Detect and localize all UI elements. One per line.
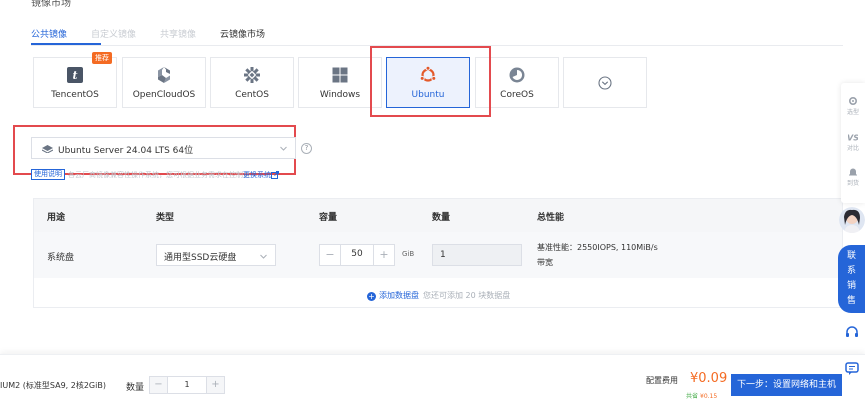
fee-label: 配置费用 (646, 376, 678, 385)
add-data-disk-link[interactable]: 添加数据盘 (379, 291, 419, 300)
disk-count-input[interactable]: 1 (432, 244, 522, 266)
quantity-input[interactable]: 1 (167, 377, 207, 393)
os-card-centos[interactable]: CentOS (210, 57, 294, 108)
os-card-tencentos[interactable]: 推荐 t TencentOS (33, 52, 117, 108)
decrease-button[interactable]: − (150, 377, 167, 393)
bell-icon (849, 168, 857, 176)
selected-version: Ubuntu Server 24.04 LTS 64位 (58, 146, 194, 156)
capacity-input[interactable]: 50 (340, 245, 374, 265)
os-card-windows[interactable]: Windows (298, 57, 382, 108)
disk-type-select[interactable]: 通用型SSD云硬盘 (156, 244, 276, 266)
add-data-disk: + 添加数据盘 您还可添加 20 块数据盘 (367, 290, 510, 301)
chat-icon[interactable] (845, 362, 859, 376)
section-title: 镜像市场 (31, 0, 71, 9)
os-label: Ubuntu (411, 90, 445, 100)
tip-text: 各云厂商镜像兼容性操作系统，您可根据业务需求在控制台 (68, 171, 250, 179)
svg-text:t: t (72, 69, 77, 82)
ubuntu-icon (419, 66, 437, 82)
usage-guide-tag[interactable]: 使用说明 (31, 169, 65, 180)
tab-shared-image[interactable]: 共享镜像 (160, 27, 196, 45)
capacity-unit: GiB (402, 250, 415, 258)
disk-type-value: 通用型SSD云硬盘 (164, 253, 237, 263)
col-performance: 总性能 (537, 213, 565, 223)
contact-sales-button[interactable]: 联 系 销 售 (838, 245, 865, 313)
gear-icon (848, 96, 858, 106)
side-item-compare[interactable]: VS 对比 (841, 132, 865, 153)
instance-spec: IUM2 (标准型SA9, 2核2GiB) (0, 381, 106, 390)
performance-text: 基准性能：2550IOPS, 110MiB/s 带宽 (537, 243, 658, 267)
system-disk-label: 系统盘 (47, 253, 75, 263)
col-usage: 用途 (47, 213, 66, 223)
headset-icon[interactable] (845, 326, 859, 340)
disk-table: 用途 类型 容量 数量 总性能 系统盘 通用型SSD云硬盘 − 50 + GiB… (33, 198, 843, 308)
bottom-bar: IUM2 (标准型SA9, 2核2GiB) 数量 − 1 + 配置费用 ¥0.0… (0, 354, 865, 402)
os-card-coreos[interactable]: CoreOS (475, 57, 559, 108)
decrease-button[interactable]: − (320, 245, 340, 265)
fee-amount: ¥0.09 (690, 371, 728, 386)
plus-circle-icon: + (367, 292, 376, 301)
chevron-down-circle-icon (598, 76, 612, 90)
capacity-stepper: − 50 + (319, 244, 395, 266)
svg-text:VS: VS (848, 134, 858, 143)
side-item-label: 选型 (846, 109, 859, 116)
side-item-label: 到货 (846, 180, 859, 187)
table-row: 系统盘 通用型SSD云硬盘 − 50 + GiB 1 基准性能：2550IOPS… (34, 232, 842, 278)
chevron-down-icon (280, 146, 287, 151)
next-step-button[interactable]: 下一步：设置网络和主机 (731, 374, 842, 396)
recommend-badge: 推荐 (92, 52, 112, 64)
vs-icon: VS (848, 134, 858, 143)
tab-image-market[interactable]: 云镜像市场 (220, 27, 265, 45)
os-card-opencloudos[interactable]: OpenCloudOS (122, 57, 206, 108)
tabs-divider (31, 45, 843, 46)
quantity-label: 数量 (126, 383, 145, 393)
savings: 共省 ¥0.15 (686, 393, 718, 400)
external-link-icon (271, 171, 279, 179)
image-version-select[interactable]: Ubuntu Server 24.04 LTS 64位 (31, 137, 296, 159)
os-label: OpenCloudOS (132, 90, 196, 100)
side-item-select[interactable]: 选型 (841, 96, 865, 116)
tencentos-icon: t (67, 67, 83, 83)
col-count: 数量 (432, 213, 451, 223)
side-item-label: 对比 (846, 145, 859, 152)
quantity-stepper: − 1 + (149, 376, 225, 394)
avatar[interactable] (839, 207, 865, 233)
image-stack-icon (42, 145, 53, 153)
increase-button[interactable]: + (207, 377, 224, 393)
os-label: CoreOS (500, 90, 534, 100)
change-os-link[interactable]: 更换系统 (243, 170, 271, 180)
side-toolbar: 选型 VS 对比 到货 (841, 83, 865, 203)
increase-button[interactable]: + (374, 245, 394, 265)
add-disk-hint: 您还可添加 20 块数据盘 (423, 291, 511, 300)
os-label: CentOS (235, 90, 269, 100)
centos-icon (244, 67, 260, 83)
windows-icon (332, 67, 348, 83)
table-header: 用途 类型 容量 数量 总性能 (34, 199, 842, 232)
os-card-ubuntu[interactable]: Ubuntu (386, 57, 470, 108)
opencloudos-icon (158, 67, 170, 83)
page: 镜像市场 公共镜像 自定义镜像 共享镜像 云镜像市场 推荐 t TencentO… (0, 0, 865, 402)
help-icon[interactable]: ? (301, 143, 312, 154)
side-item-notify[interactable]: 到货 (841, 167, 865, 187)
os-label: TencentOS (51, 90, 99, 100)
coreos-icon (509, 67, 525, 83)
col-capacity: 容量 (319, 213, 338, 223)
os-label: Windows (319, 90, 361, 100)
os-card-more[interactable] (563, 57, 647, 108)
chevron-down-icon (260, 254, 267, 259)
col-type: 类型 (156, 213, 175, 223)
